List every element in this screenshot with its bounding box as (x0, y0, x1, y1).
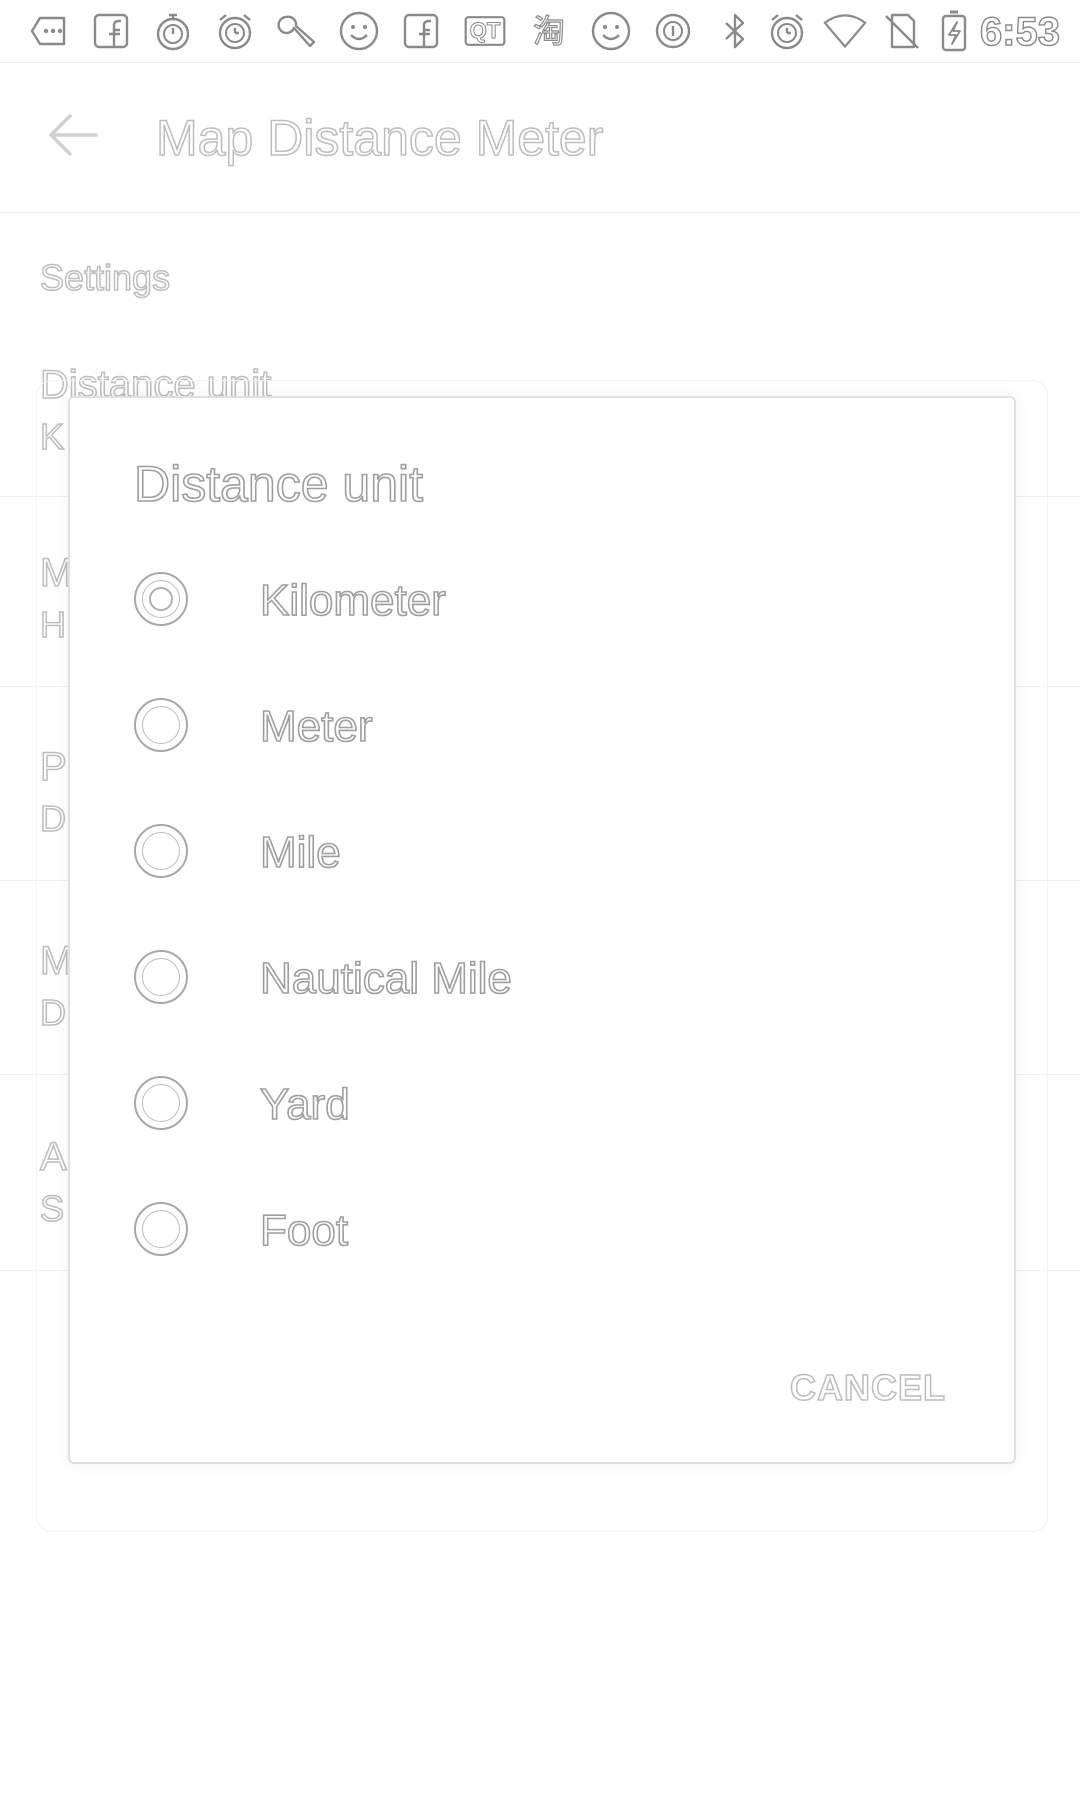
more-icon (24, 8, 70, 54)
radio-button[interactable] (134, 698, 188, 752)
option-label: Kilometer (259, 575, 446, 626)
status-bar: QT 淘 6:53 (0, 0, 1080, 63)
alarm-icon (764, 8, 810, 54)
clock: 6:53 (979, 9, 1060, 54)
smiley-icon (336, 8, 382, 54)
facebook-icon (88, 8, 134, 54)
radio-button[interactable] (134, 824, 188, 878)
arrow-back-icon[interactable] (40, 102, 106, 168)
bluetooth-icon (712, 8, 758, 54)
taobao-icon: 淘 (532, 12, 565, 49)
round-info-icon (650, 8, 696, 54)
facebook-icon (398, 8, 444, 54)
smiley-icon (588, 8, 634, 54)
cancel-button[interactable]: CANCEL (780, 1358, 956, 1418)
option-label: Mile (259, 827, 341, 878)
settings-category-header: Settings (39, 256, 171, 299)
radio-button[interactable] (134, 1076, 188, 1130)
option-label: Yard (259, 1079, 350, 1130)
qt-icon: QT (460, 8, 510, 54)
wrench-icon (274, 8, 320, 54)
option-nautical-mile[interactable]: Nautical Mile (70, 924, 1014, 1034)
stopwatch-icon (150, 8, 196, 54)
page-title: Map Distance Meter (155, 109, 604, 167)
option-foot[interactable]: Foot (70, 1176, 1014, 1286)
option-yard[interactable]: Yard (70, 1050, 1014, 1160)
battery-charging-icon (934, 8, 974, 54)
radio-button[interactable] (134, 572, 188, 626)
wifi-icon (820, 8, 870, 54)
alarm-icon (212, 8, 258, 54)
radio-button[interactable] (134, 950, 188, 1004)
dialog-title: Distance unit (133, 455, 424, 513)
no-sim-icon (878, 8, 924, 54)
option-label: Meter (259, 701, 373, 752)
option-label: Foot (259, 1205, 349, 1256)
app-bar: Map Distance Meter (0, 62, 1080, 213)
option-label: Nautical Mile (259, 953, 512, 1004)
distance-unit-dialog: Distance unit Kilometer Meter Mile Nauti… (68, 396, 1016, 1464)
option-kilometer[interactable]: Kilometer (70, 546, 1014, 656)
radio-button[interactable] (134, 1202, 188, 1256)
option-meter[interactable]: Meter (70, 672, 1014, 782)
option-mile[interactable]: Mile (70, 798, 1014, 908)
